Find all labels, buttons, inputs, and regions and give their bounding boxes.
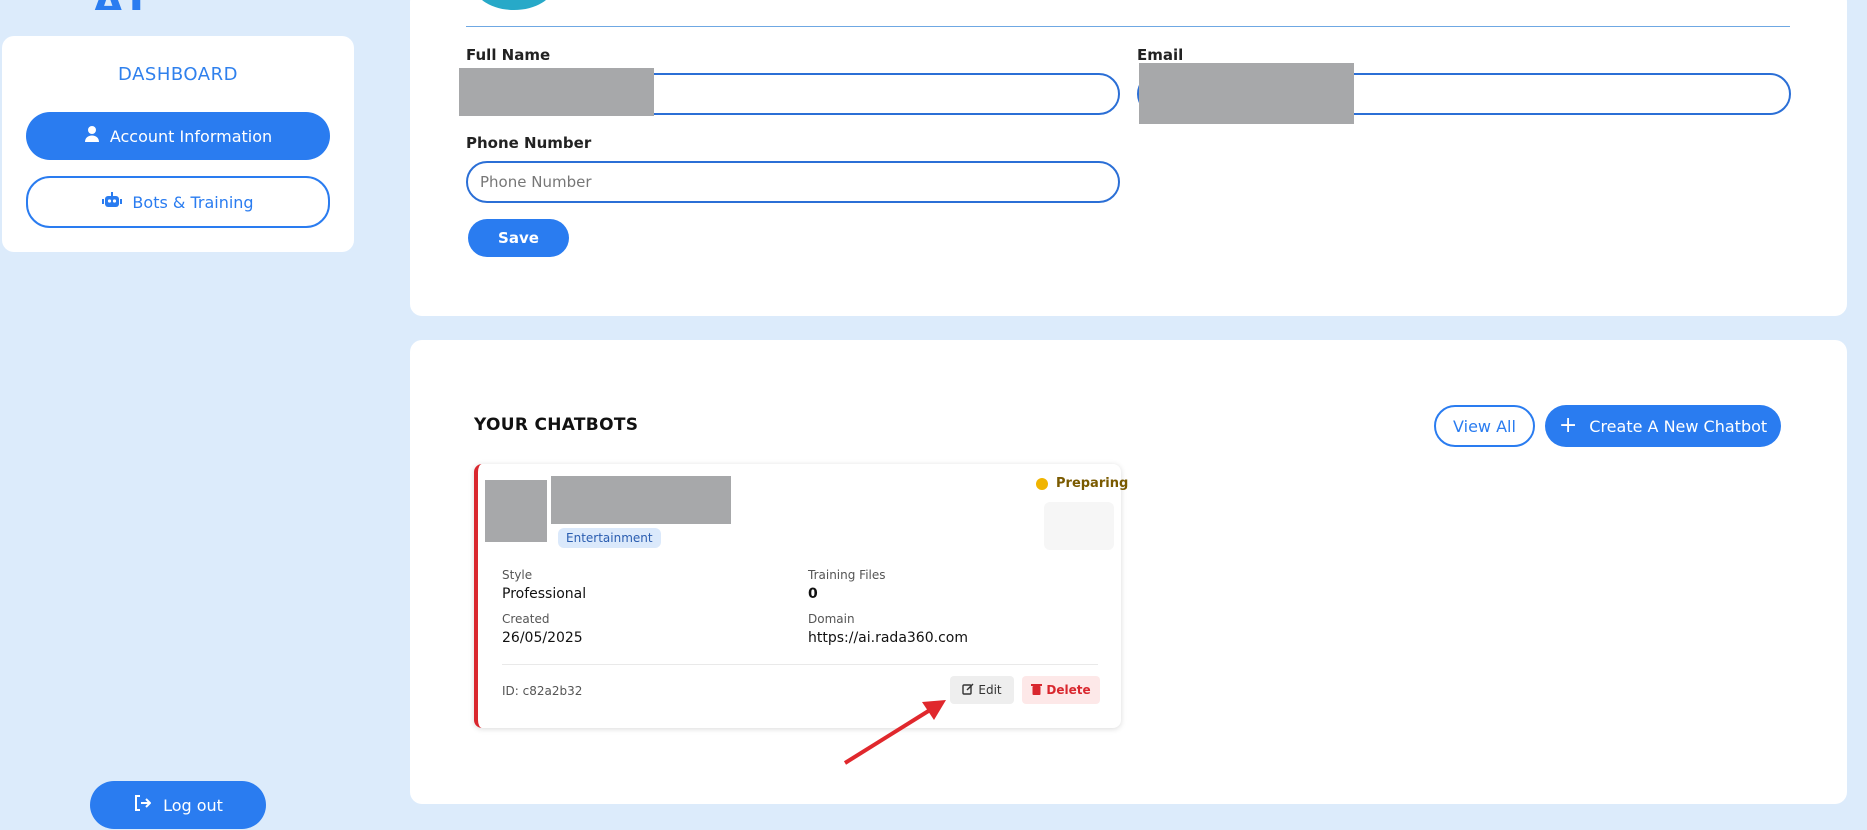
training-files-value: 0 bbox=[808, 586, 818, 602]
style-value: Professional bbox=[502, 586, 587, 602]
edit-label: Edit bbox=[978, 683, 1002, 697]
placeholder-thumbnail bbox=[1044, 502, 1114, 550]
account-form-card bbox=[410, 0, 1847, 316]
robot-icon bbox=[102, 191, 132, 213]
delete-button[interactable]: Delete bbox=[1022, 676, 1100, 704]
edit-button[interactable]: Edit bbox=[950, 676, 1014, 704]
training-files-label: Training Files bbox=[808, 568, 886, 582]
plus-icon: + bbox=[1558, 413, 1578, 438]
sidebar-item-account-information[interactable]: Account Information bbox=[26, 112, 330, 160]
created-label: Created bbox=[502, 612, 550, 626]
phone-label: Phone Number bbox=[466, 134, 592, 152]
sidebar-item-bots-training[interactable]: Bots & Training bbox=[26, 176, 330, 228]
logout-button[interactable]: Log out bbox=[90, 781, 266, 829]
phone-number-field[interactable] bbox=[466, 161, 1120, 203]
app-logo: AI 360 bbox=[92, 0, 262, 10]
create-chatbot-label: Create A New Chatbot bbox=[1589, 416, 1768, 436]
logout-icon bbox=[133, 794, 163, 816]
create-chatbot-button[interactable]: + Create A New Chatbot bbox=[1545, 405, 1781, 447]
divider bbox=[502, 664, 1098, 665]
style-label: Style bbox=[502, 568, 533, 582]
chatbot-id: ID: c82a2b32 bbox=[502, 684, 583, 698]
category-badge: Entertainment bbox=[558, 528, 661, 548]
view-all-button[interactable]: View All bbox=[1434, 405, 1535, 447]
save-button[interactable]: Save bbox=[468, 219, 569, 257]
redacted-full-name bbox=[459, 68, 654, 116]
redacted-bot-avatar bbox=[485, 480, 547, 542]
chatbot-card: Entertainment Preparing Style Profession… bbox=[474, 464, 1128, 728]
status-text: Preparing bbox=[1056, 476, 1129, 491]
sidebar-item-label: Bots & Training bbox=[132, 192, 254, 212]
redacted-bot-name bbox=[551, 476, 731, 524]
logout-label: Log out bbox=[163, 795, 223, 815]
section-title: YOUR CHATBOTS bbox=[474, 415, 639, 435]
user-icon bbox=[84, 125, 110, 147]
sidebar-item-label: Account Information bbox=[109, 126, 273, 146]
divider bbox=[466, 26, 1790, 27]
trash-icon bbox=[1031, 683, 1046, 698]
email-label: Email bbox=[1137, 46, 1184, 64]
created-value: 26/05/2025 bbox=[502, 630, 583, 646]
domain-value: https://ai.rada360.com bbox=[808, 630, 968, 646]
delete-label: Delete bbox=[1046, 683, 1091, 697]
status-badge: Preparing bbox=[1036, 476, 1128, 491]
redacted-email bbox=[1139, 63, 1354, 124]
domain-label: Domain bbox=[808, 612, 855, 626]
sidebar: DASHBOARD Account Information Bots & Tra… bbox=[2, 36, 354, 252]
full-name-label: Full Name bbox=[466, 46, 551, 64]
status-dot-icon bbox=[1036, 477, 1048, 490]
edit-icon bbox=[962, 683, 978, 698]
sidebar-title: DASHBOARD bbox=[118, 64, 238, 85]
